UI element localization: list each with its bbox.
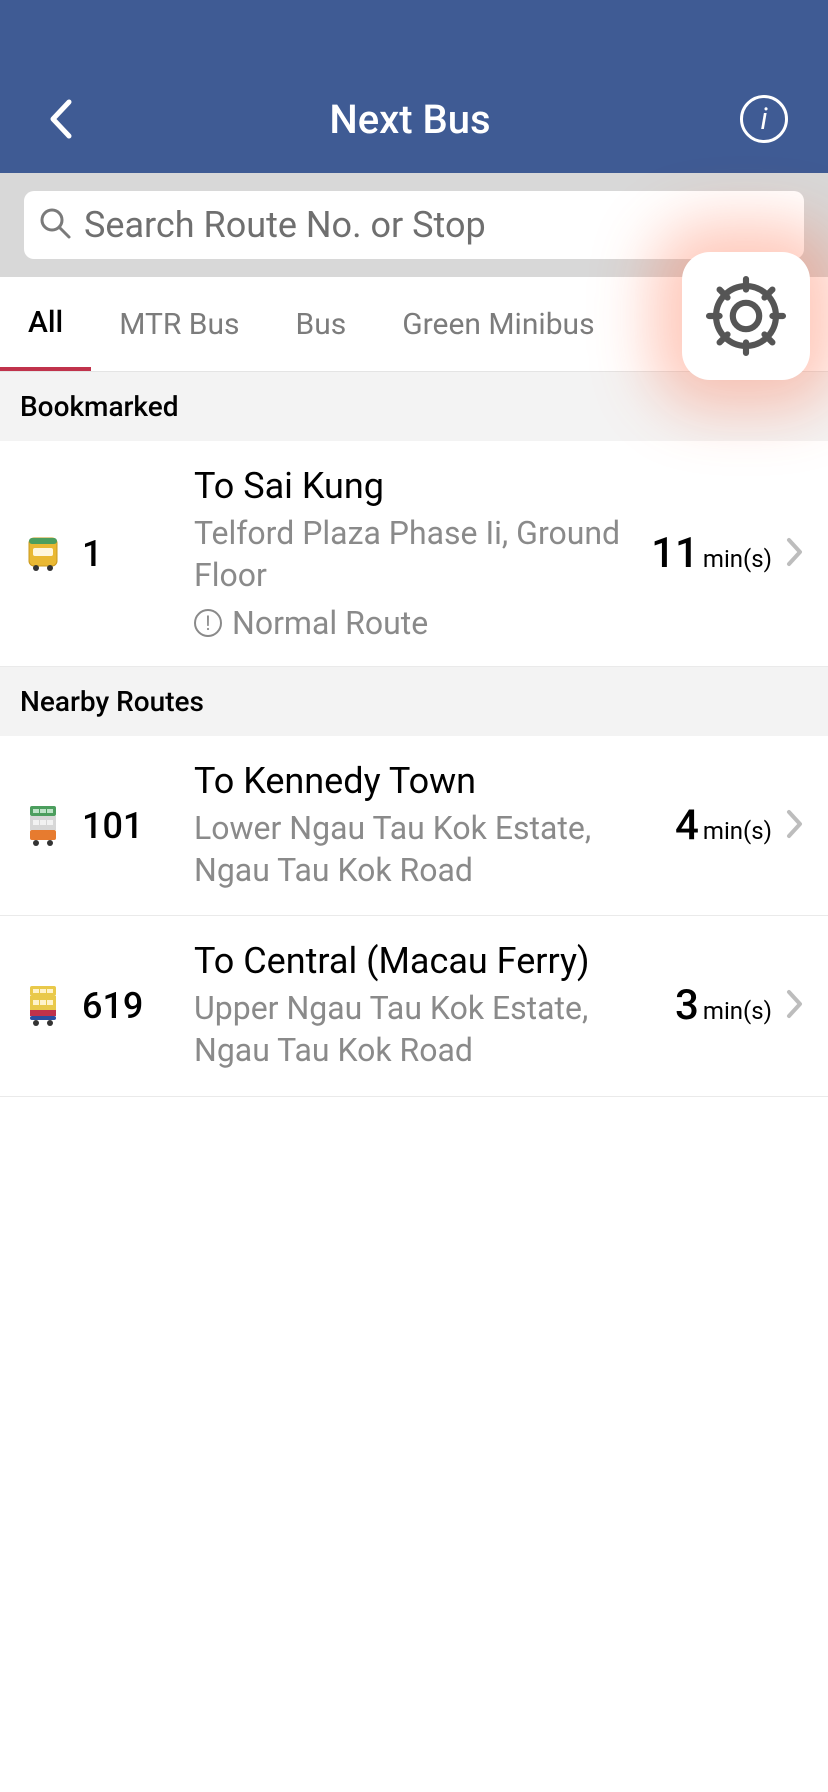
route-number: 1 [82, 533, 102, 575]
info-icon: i [760, 102, 767, 137]
route-eta: 4 [675, 801, 699, 850]
route-item[interactable]: 619 To Central (Macau Ferry) Upper Ngau … [0, 916, 828, 1096]
route-eta-unit: min(s) [703, 997, 772, 1025]
bus-icon [24, 804, 62, 848]
route-stop: Telford Plaza Phase Ii, Ground Floor [194, 513, 641, 596]
route-destination: To Kennedy Town [194, 760, 665, 802]
route-trailing: 4 min(s) [675, 801, 804, 850]
gear-icon [702, 272, 790, 360]
back-button[interactable] [40, 99, 80, 139]
tab-all[interactable]: All [0, 277, 91, 371]
route-item[interactable]: 1 To Sai Kung Telford Plaza Phase Ii, Gr… [0, 441, 828, 667]
section-bookmarked-header: Bookmarked [0, 372, 828, 441]
chevron-right-icon [786, 537, 804, 571]
route-mid: To Kennedy Town Lower Ngau Tau Kok Estat… [194, 760, 675, 891]
search-icon [38, 206, 72, 244]
page-title: Next Bus [329, 96, 490, 143]
route-number: 101 [82, 805, 143, 847]
route-number: 619 [82, 985, 143, 1027]
route-stop: Lower Ngau Tau Kok Estate, Ngau Tau Kok … [194, 808, 665, 891]
chevron-right-icon [786, 989, 804, 1023]
route-trailing: 11 min(s) [651, 529, 804, 578]
route-mid: To Sai Kung Telford Plaza Phase Ii, Grou… [194, 465, 651, 642]
route-destination: To Central (Macau Ferry) [194, 940, 665, 982]
route-eta: 3 [675, 981, 699, 1030]
settings-button[interactable] [682, 252, 810, 380]
search-input[interactable] [84, 204, 790, 246]
route-destination: To Sai Kung [194, 465, 641, 507]
minibus-icon [24, 532, 62, 576]
route-item[interactable]: 101 To Kennedy Town Lower Ngau Tau Kok E… [0, 736, 828, 916]
app-root: Next Bus i All MTR Bus Bus Green Minibus [0, 0, 828, 1792]
tab-green-minibus[interactable]: Green Minibus [374, 277, 622, 371]
route-leading: 619 [24, 984, 194, 1028]
chevron-right-icon [786, 809, 804, 843]
header-bar: Next Bus i [0, 0, 828, 173]
route-leading: 1 [24, 532, 194, 576]
search-box[interactable] [24, 191, 804, 259]
route-eta-unit: min(s) [703, 545, 772, 573]
bus-icon [24, 984, 62, 1028]
alert-icon: ! [194, 609, 222, 637]
route-eta: 11 [651, 529, 699, 578]
route-status-line: ! Normal Route [194, 604, 641, 642]
route-stop: Upper Ngau Tau Kok Estate, Ngau Tau Kok … [194, 988, 665, 1071]
tab-bus[interactable]: Bus [268, 277, 375, 371]
route-mid: To Central (Macau Ferry) Upper Ngau Tau … [194, 940, 675, 1071]
chevron-left-icon [47, 98, 73, 140]
tab-mtr-bus[interactable]: MTR Bus [91, 277, 267, 371]
route-trailing: 3 min(s) [675, 981, 804, 1030]
route-leading: 101 [24, 804, 194, 848]
route-status: Normal Route [232, 604, 428, 642]
section-nearby-header: Nearby Routes [0, 667, 828, 736]
info-button[interactable]: i [740, 95, 788, 143]
route-eta-unit: min(s) [703, 817, 772, 845]
